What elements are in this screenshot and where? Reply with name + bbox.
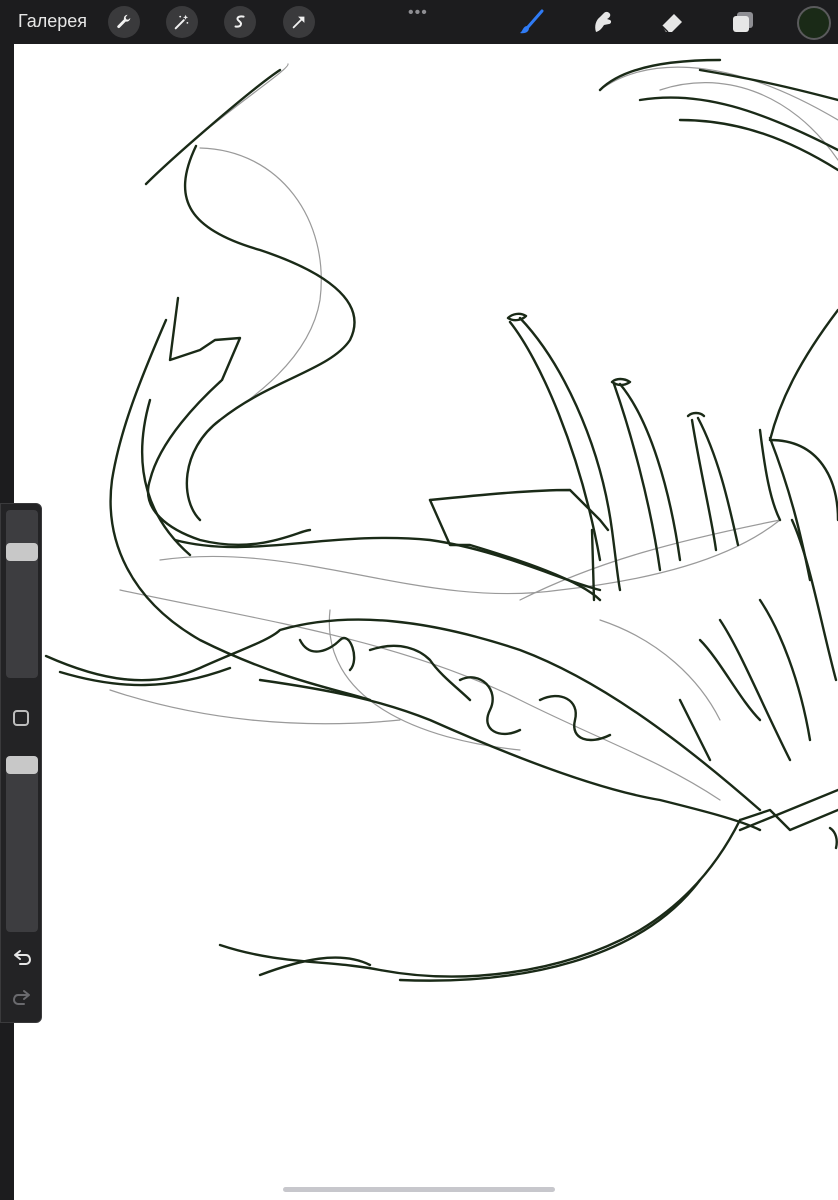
redo-arrow-icon[interactable] xyxy=(10,987,34,1009)
sketch-drawing xyxy=(44,58,838,982)
transform-arrow-icon[interactable] xyxy=(283,6,315,38)
more-dots-icon[interactable]: ••• xyxy=(408,4,428,22)
gallery-button[interactable]: Галерея xyxy=(18,11,87,32)
eraser-icon[interactable] xyxy=(656,6,688,38)
wrench-icon[interactable] xyxy=(108,6,140,38)
undo-arrow-icon[interactable] xyxy=(10,947,34,969)
magic-wand-icon[interactable] xyxy=(166,6,198,38)
opacity-slider[interactable] xyxy=(6,756,38,932)
brush-size-handle[interactable] xyxy=(6,543,38,561)
left-sidebar xyxy=(0,503,42,1023)
brush-icon[interactable] xyxy=(516,6,548,38)
drawing-canvas[interactable] xyxy=(14,44,838,1200)
smudge-icon[interactable] xyxy=(586,6,618,38)
selection-s-icon[interactable] xyxy=(224,6,256,38)
top-toolbar: Галерея ••• xyxy=(0,0,838,44)
color-swatch[interactable] xyxy=(797,6,831,40)
opacity-handle[interactable] xyxy=(6,756,38,774)
brush-size-slider[interactable] xyxy=(6,510,38,678)
home-indicator xyxy=(283,1187,555,1192)
square-icon[interactable] xyxy=(13,710,29,726)
layers-icon[interactable] xyxy=(727,6,759,38)
